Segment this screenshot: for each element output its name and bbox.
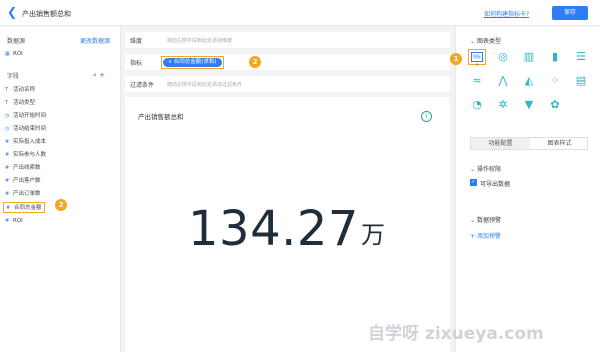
table-chart-icon[interactable]: ▤ (572, 73, 590, 89)
step-badge: 2 (55, 199, 67, 211)
config-tabs: 功能配置 图表样式 (470, 137, 588, 150)
metric-value: 134.27 (188, 201, 359, 257)
tab-chart-style[interactable]: 图表样式 (530, 138, 589, 149)
watermark: 自学呀 zixueya.com (368, 324, 544, 344)
metric-card: 产出销售额总和 i 134.27 万 (125, 97, 450, 352)
line-chart-icon[interactable]: ≈ (468, 73, 486, 89)
page-title: 产出销售额总和 (22, 10, 71, 18)
export-label: 可导出数据 (480, 181, 511, 188)
field-item[interactable]: # 产出线索数 (5, 163, 41, 174)
card-title: 产出销售额总和 (138, 113, 184, 121)
date-type-icon: ◷ (5, 113, 10, 119)
field-item[interactable]: ◷ 活动结束时间 (5, 124, 46, 135)
radar-chart-icon[interactable]: ✲ (494, 97, 512, 113)
field-item[interactable]: T 活动名称 (5, 85, 35, 96)
fields-panel: 数据源 更改数据源 ▦ ROI 字段 ⌕ + T 活动名称 T 活动类型 ◷ 活动开始时… (0, 27, 121, 352)
number-type-icon: # (5, 139, 10, 145)
dimension-row[interactable]: 维度 拖动左侧字段到此处添加维度 (125, 32, 450, 48)
field-item[interactable]: # 实际参与人数 (5, 150, 46, 161)
table-icon: ▦ (5, 51, 10, 57)
horizontal-bar-chart-icon[interactable]: ☰ (572, 49, 590, 65)
dimension-placeholder: 拖动左侧字段到此处添加维度 (167, 38, 233, 44)
add-alert-link[interactable]: + 添加预警 (470, 231, 501, 240)
field-item[interactable]: # ROI (5, 216, 23, 227)
area-chart-icon[interactable]: ⋀ (494, 73, 512, 89)
number-type-icon: # (5, 178, 10, 184)
filter-placeholder: 拖动左侧字段到此处添加过滤条件 (167, 82, 243, 88)
number-type-icon: # (5, 165, 10, 171)
field-item-highlighted[interactable]: # 合同总金额 (3, 202, 45, 213)
save-button[interactable]: 保存 (552, 6, 588, 20)
text-type-icon: T (5, 87, 9, 93)
metric-unit: 万 (361, 221, 385, 249)
change-dataset-link[interactable]: 更改数据源 (80, 36, 110, 45)
text-type-icon: T (5, 100, 9, 106)
search-add-icons[interactable]: ⌕ + (93, 71, 105, 80)
chart-type-title: 图表类型 (470, 36, 501, 45)
top-bar: ❮ 产出销售额总和 如何构建指标卡? 保存 (0, 0, 600, 26)
field-item[interactable]: ◷ 活动开始时间 (5, 111, 46, 122)
map-chart-icon[interactable]: ✿ (546, 97, 564, 113)
field-item[interactable]: T 活动类型 (5, 98, 35, 109)
config-panel: 图表类型 1 指标卡 ◎ ▥ ▮ ☰ ≈ ⋀ ◭ ⁘ ▤ ◔ ✲ ▼ ✿ 功能配… (450, 27, 600, 352)
date-type-icon: ◷ (5, 126, 10, 132)
metric-card-type-button[interactable]: 指标卡 (468, 49, 486, 67)
help-link[interactable]: 如何构建指标卡? (484, 9, 529, 18)
number-type-icon: # (5, 152, 10, 158)
back-arrow-icon[interactable]: ❮ (7, 6, 17, 18)
bar-table-chart-icon[interactable]: ▥ (520, 49, 538, 65)
field-item[interactable]: # 实际投入成本 (5, 137, 46, 148)
step-badge: 2 (249, 56, 261, 68)
scatter-chart-icon[interactable]: ⁘ (546, 73, 564, 89)
permission-title: 操作权限 (470, 164, 501, 173)
dimension-label: 维度 (130, 38, 143, 45)
metric-label: 指标 (130, 60, 143, 67)
number-type-icon: # (6, 205, 11, 211)
number-type-icon: # (5, 191, 10, 197)
filter-row[interactable]: 过滤条件 拖动左侧字段到此处添加过滤条件 (125, 76, 450, 92)
dataset-title: 数据源 (7, 38, 26, 45)
export-checkbox[interactable]: ✓ (470, 179, 477, 186)
field-item[interactable]: # 产出客户数 (5, 176, 41, 187)
mountain-chart-icon[interactable]: ◭ (520, 73, 538, 89)
info-icon[interactable]: i (421, 111, 432, 122)
step-badge: 1 (450, 53, 462, 65)
gauge-chart-icon[interactable]: ◎ (494, 49, 512, 65)
field-item[interactable]: # 产出订单数 (5, 189, 41, 200)
fields-title: 字段 (7, 73, 20, 80)
tab-function-config[interactable]: 功能配置 (471, 138, 530, 149)
funnel-chart-icon[interactable]: ▼ (520, 97, 538, 113)
metric-row[interactable]: 指标 ∨ 合同总金额(求和) 2 (125, 54, 450, 70)
filter-label: 过滤条件 (130, 82, 155, 89)
number-type-icon: # (5, 218, 10, 224)
pie-chart-icon[interactable]: ◔ (468, 97, 486, 113)
alert-title: 数据预警 (470, 215, 501, 224)
metric-chip[interactable]: ∨ 合同总金额(求和) (161, 56, 224, 69)
column-chart-icon[interactable]: ▮ (546, 49, 564, 65)
dataset-item[interactable]: ▦ ROI (5, 49, 23, 60)
